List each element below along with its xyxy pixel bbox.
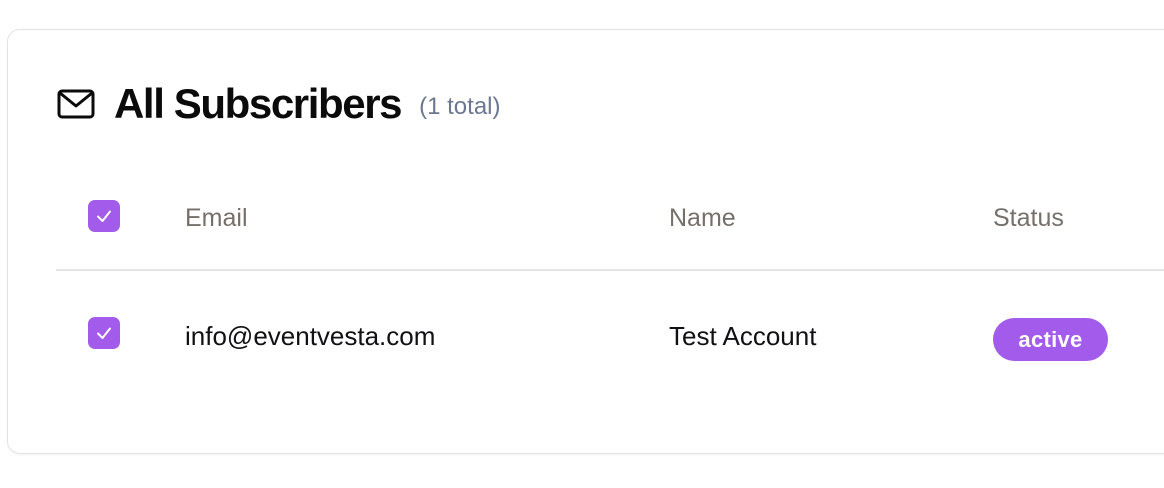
panel-header: All Subscribers (1 total) [57,78,501,130]
status-badge: active [993,318,1108,361]
checkmark-icon [97,210,111,222]
column-header-email[interactable]: Email [185,204,248,233]
row-select-checkbox[interactable] [88,317,120,349]
subscriber-email: info@eventvesta.com [185,321,436,351]
checkmark-icon [97,327,111,339]
column-header-status[interactable]: Status [993,204,1064,233]
subscriber-name: Test Account [669,321,817,351]
mail-icon [57,89,95,119]
table-header-divider [56,269,1164,271]
total-count: (1 total) [419,93,501,120]
page-title: All Subscribers [114,80,403,127]
column-header-name[interactable]: Name [669,204,736,233]
select-all-checkbox[interactable] [88,200,120,232]
